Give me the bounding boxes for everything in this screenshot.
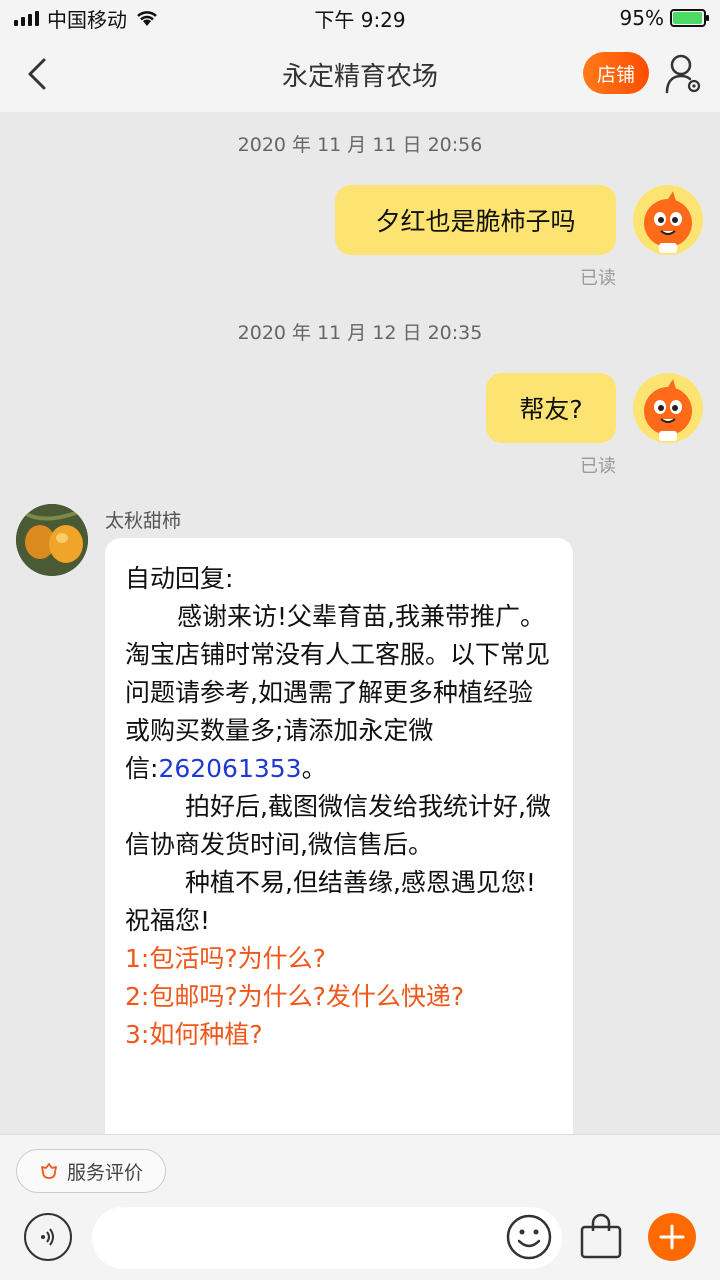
status-right: 95% bbox=[446, 6, 709, 30]
service-rating-button[interactable]: 服务评价 bbox=[16, 1149, 166, 1193]
reply-paragraph: 种植不易,但结善缘,感恩遇见您!祝福您! bbox=[125, 868, 536, 935]
faq-link[interactable]: 1:包活吗?为什么? bbox=[125, 940, 553, 978]
read-status: 已读 bbox=[580, 456, 616, 477]
emoji-icon[interactable] bbox=[505, 1213, 553, 1261]
battery-percent: 95% bbox=[619, 6, 664, 30]
message-bubble-out[interactable]: 夕红也是脆柿子吗 bbox=[335, 185, 616, 255]
read-status: 已读 bbox=[580, 268, 616, 289]
shopping-bag-icon[interactable] bbox=[578, 1211, 624, 1261]
nav-bar: 永定精育农场 店铺 bbox=[0, 36, 720, 112]
service-rating-label: 服务评价 bbox=[66, 1161, 143, 1184]
message-input[interactable] bbox=[92, 1207, 562, 1269]
wechat-id-link[interactable]: 262061353 bbox=[158, 754, 301, 783]
mascot-avatar-icon bbox=[644, 191, 692, 253]
status-left: 中国移动 bbox=[14, 4, 274, 33]
avatar[interactable] bbox=[633, 185, 703, 255]
timestamp: 2020 年 11 月 11 日 20:56 bbox=[237, 134, 483, 156]
back-icon[interactable] bbox=[22, 56, 58, 92]
persimmon-photo-icon bbox=[16, 504, 88, 576]
battery-fill bbox=[673, 12, 702, 24]
timestamp: 2020 年 11 月 12 日 20:35 bbox=[237, 322, 483, 344]
page-title: 永定精育农场 bbox=[281, 62, 438, 92]
carrier-label: 中国移动 bbox=[47, 7, 127, 32]
reply-paragraph: 拍好后,截图微信发给我统计好,微信协商发货时间,微信售后。 bbox=[125, 792, 551, 859]
message-bubble-in[interactable]: 自动回复: 感谢来访!父辈育苗,我兼带推广。淘宝店铺时常没有人工客服。以下常见问… bbox=[105, 538, 573, 1134]
faq-link[interactable]: 3:如何种植? bbox=[125, 1016, 553, 1054]
plus-button[interactable] bbox=[648, 1213, 696, 1261]
clock: 下午 9:29 bbox=[314, 7, 406, 32]
chat-area[interactable]: 2020 年 11 月 11 日 20:56 夕红也是脆柿子吗 已读 2020 … bbox=[0, 112, 720, 1134]
reply-paragraph: 感谢来访!父辈育苗,我兼带推广。淘宝店铺时常没有人工客服。以下常见问题请参考,如… bbox=[125, 598, 553, 788]
reply-text-end: 。 bbox=[301, 754, 327, 783]
user-settings-icon[interactable] bbox=[664, 52, 702, 94]
faq-link[interactable]: 2:包邮吗?为什么?发什么快递? bbox=[125, 978, 553, 1016]
wifi-icon bbox=[137, 11, 157, 26]
shop-button[interactable]: 店铺 bbox=[583, 52, 649, 94]
voice-icon bbox=[41, 1228, 54, 1246]
message-bubble-out[interactable]: 帮友? bbox=[486, 373, 616, 443]
shop-avatar[interactable] bbox=[16, 504, 88, 576]
auto-reply-title: 自动回复: bbox=[125, 564, 234, 593]
status-bar: 中国移动 下午 9:29 95% bbox=[0, 0, 720, 36]
battery-icon bbox=[670, 9, 709, 27]
sender-name: 太秋甜柿 bbox=[105, 510, 182, 532]
voice-button[interactable] bbox=[24, 1213, 72, 1261]
flower-icon bbox=[41, 1163, 57, 1179]
mascot-avatar-icon bbox=[644, 379, 692, 441]
plus-icon bbox=[659, 1224, 685, 1250]
bottom-bar: 服务评价 bbox=[0, 1134, 720, 1280]
signal-icon bbox=[14, 10, 39, 26]
avatar[interactable] bbox=[633, 373, 703, 443]
